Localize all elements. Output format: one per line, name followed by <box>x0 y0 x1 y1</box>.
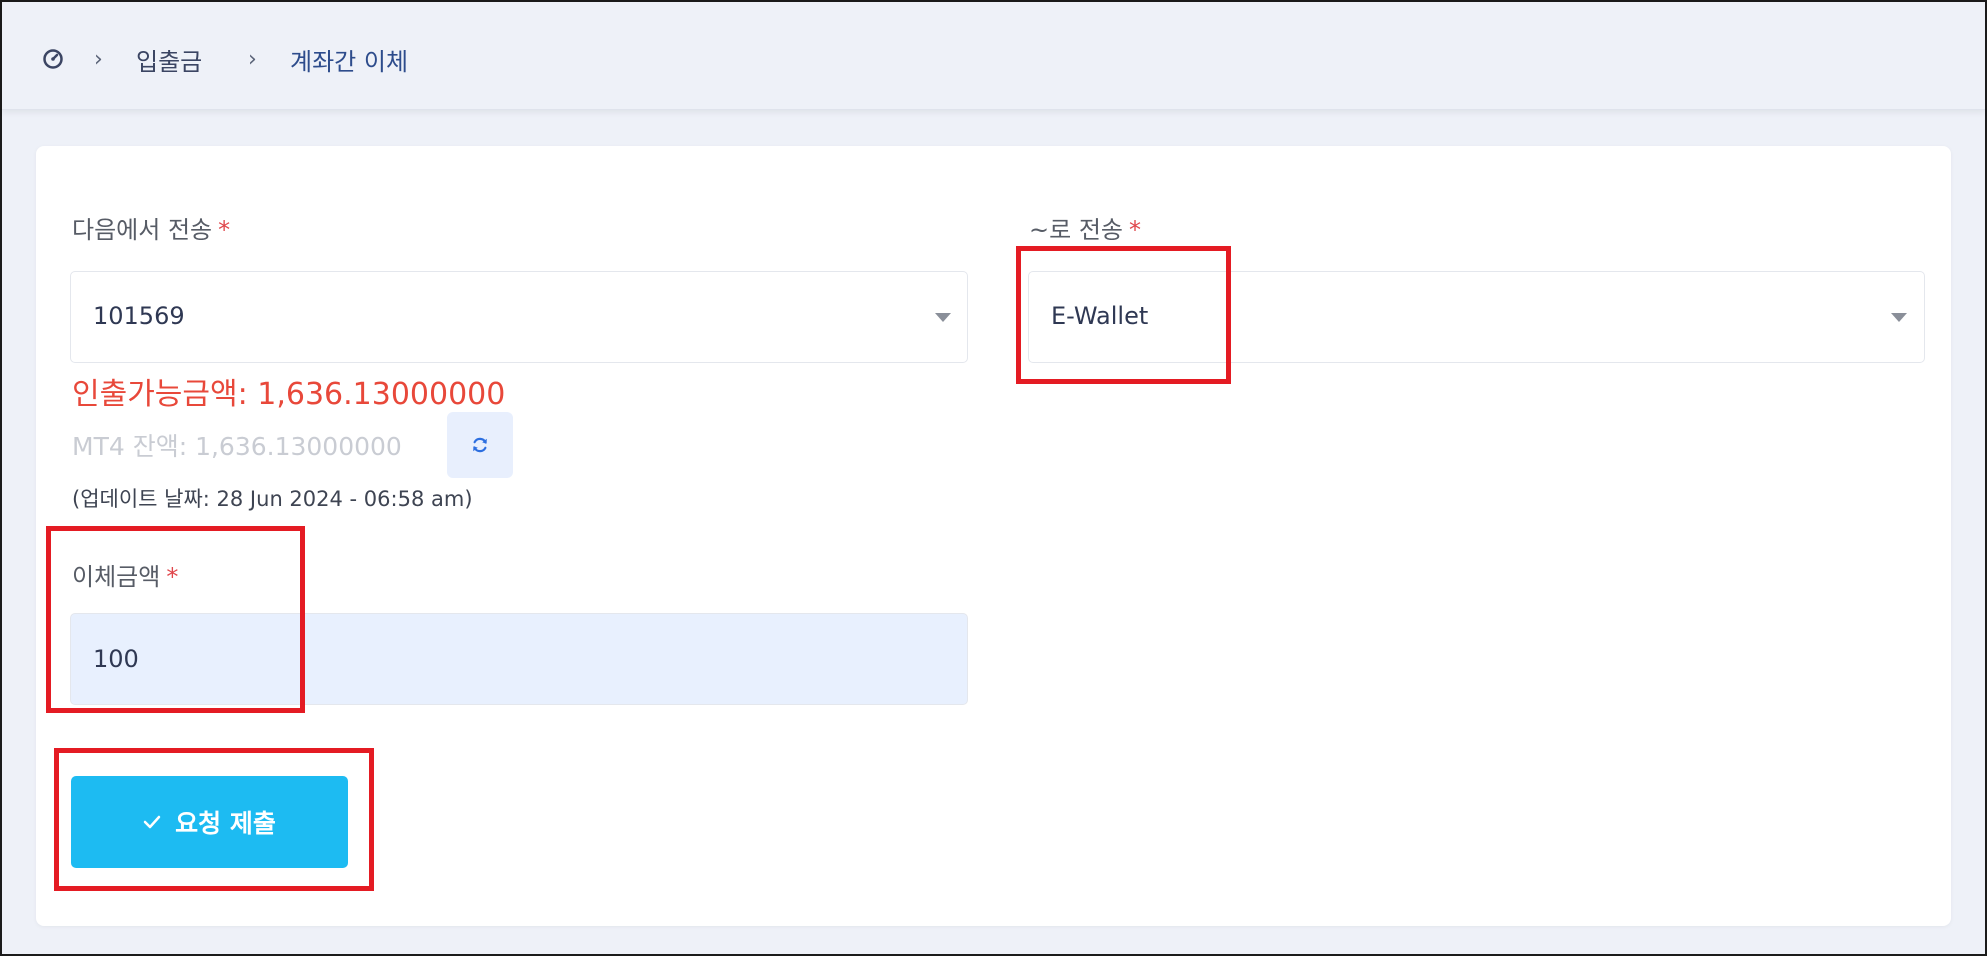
refresh-icon <box>473 437 487 453</box>
mt4-balance: MT4 잔액: 1,636.13000000 <box>72 432 402 461</box>
from-account-value: 101569 <box>93 302 185 330</box>
required-mark: * <box>218 216 231 244</box>
highlight-box-amount <box>46 526 305 713</box>
required-mark: * <box>1128 216 1141 244</box>
balance-updated-time: (업데이트 날짜: 28 Jun 2024 - 06:58 am) <box>72 487 473 511</box>
highlight-box-submit <box>54 748 374 891</box>
dashboard-gauge-icon[interactable] <box>42 48 64 70</box>
breadcrumb-separator: › <box>248 46 257 72</box>
available-amount: 인출가능금액: 1,636.13000000 <box>72 377 506 412</box>
from-account-label: 다음에서 전송 * <box>72 216 231 244</box>
breadcrumb-item-deposit-withdraw[interactable]: 입출금 <box>136 42 202 77</box>
from-account-select[interactable]: 101569 <box>70 271 968 363</box>
refresh-button[interactable] <box>447 412 513 478</box>
to-account-label: ~로 전송 * <box>1029 216 1141 244</box>
breadcrumb-bar: › 입출금 › 계좌간 이체 <box>2 2 1985 110</box>
chevron-down-icon <box>1891 313 1907 322</box>
highlight-box-to-account <box>1016 246 1231 384</box>
breadcrumb-separator: › <box>94 46 103 72</box>
chevron-down-icon <box>935 313 951 322</box>
breadcrumb-item-internal-transfer: 계좌간 이체 <box>290 47 409 76</box>
